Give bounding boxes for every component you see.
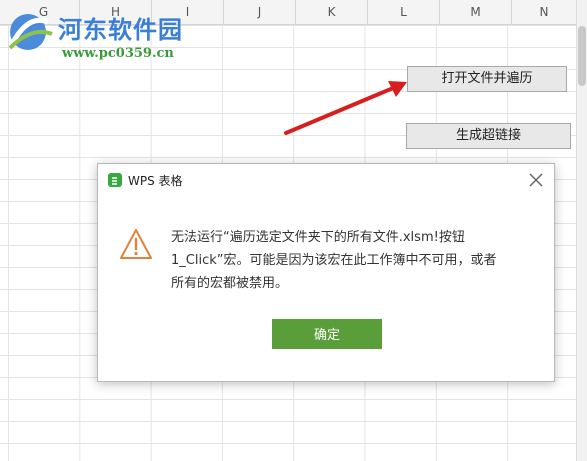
message-line-2: 1_Click”宏。可能是因为该宏在此工作簿中不可用，或者 [171,253,497,268]
watermark-logo: 河东软件园 www.pc0359.cn [2,4,202,64]
spreadsheet-window: G H I J K L M N 河东软件园 www.pc0359.cn 打开文件… [0,0,587,461]
dialog-message: 无法运行“遍历选定文件夹下的所有文件.xlsm!按钮 1_Click”宏。可能是… [171,226,541,295]
wps-app-icon [108,173,122,187]
column-header-n[interactable]: N [512,0,577,24]
column-header-j[interactable]: J [224,0,296,24]
vertical-scrollbar[interactable] [576,0,587,461]
error-dialog: WPS 表格 无法运行“遍历选定文件夹下的所有文件.xlsm!按钮 1_Clic… [97,163,555,382]
logo-url: www.pc0359.cn [62,46,174,61]
warning-triangle-icon [119,228,153,260]
dialog-title: WPS 表格 [128,174,183,188]
scrollbar-thumb[interactable] [578,26,586,86]
message-line-3: 所有的宏都被禁用。 [171,276,289,291]
ok-button[interactable]: 确定 [272,319,382,349]
message-line-1: 无法运行“遍历选定文件夹下的所有文件.xlsm!按钮 [171,230,465,245]
logo-icon [8,14,53,50]
close-icon[interactable] [526,170,546,190]
logo-site-name: 河东软件园 [58,15,183,44]
dialog-titlebar[interactable]: WPS 表格 [98,164,554,196]
column-header-k[interactable]: K [296,0,368,24]
generate-hyperlink-button[interactable]: 生成超链接 [406,123,571,149]
column-header-m[interactable]: M [440,0,512,24]
open-and-traverse-button[interactable]: 打开文件并遍历 [407,66,567,92]
column-header-l[interactable]: L [368,0,440,24]
